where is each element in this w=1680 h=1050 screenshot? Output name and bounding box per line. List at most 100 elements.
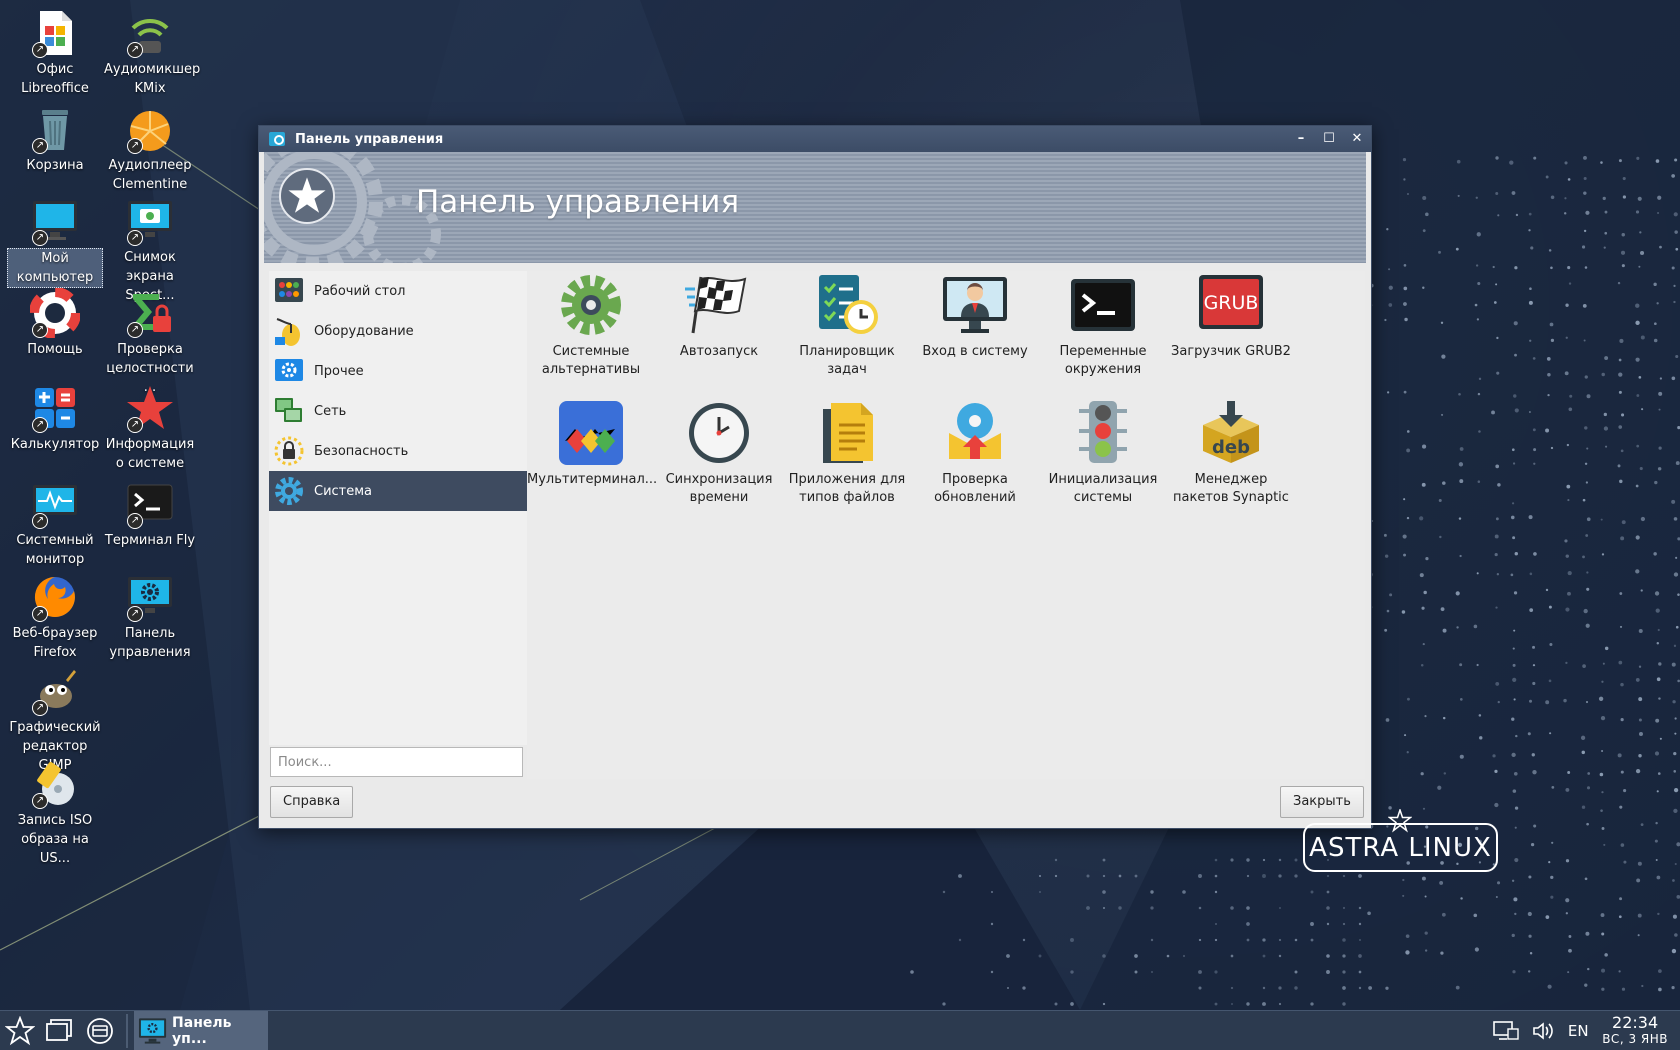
desktop-icon-system-info[interactable]: ↗ Информация о системе (102, 383, 198, 473)
sidebar-item-network[interactable]: Сеть (269, 391, 527, 431)
scheduler-clipboard-icon (813, 271, 881, 339)
applet-grub2[interactable]: GRUB Загрузчик GRUB2 (1167, 271, 1295, 361)
desktop-icon-my-computer[interactable]: ↗ Мой компьютер (7, 196, 103, 288)
panel-header: Панель управления (264, 152, 1366, 263)
lifebuoy-icon: ↗ (29, 287, 81, 339)
trash-icon: ↗ (30, 104, 80, 154)
minimize-button[interactable]: – (1287, 126, 1315, 152)
system-tray: EN 22:34 ВС, 3 ЯНВ (1488, 1011, 1680, 1050)
applet-login[interactable]: Вход в систему (911, 271, 1039, 361)
window-titlebar[interactable]: Панель управления – ☐ ✕ (259, 126, 1371, 152)
applet-time-sync[interactable]: Синхронизация времени (655, 399, 783, 507)
security-lock-icon (273, 435, 305, 467)
clock-icon (685, 399, 753, 467)
applet-label: Системные альтернативы (541, 344, 641, 377)
close-button[interactable]: Закрыть (1280, 786, 1364, 818)
desktop-icon-iso-writer[interactable]: ↗ Запись ISO образа на US... (7, 759, 103, 868)
taskbar-item-label: Панель уп... (172, 1014, 232, 1047)
monitor-icon: ↗ (30, 196, 80, 246)
close-window-button[interactable]: ✕ (1343, 126, 1371, 152)
desktop-icon-help[interactable]: ↗ Помощь (7, 287, 103, 359)
volume-tray-button[interactable] (1524, 1011, 1560, 1050)
drive-icon (87, 1017, 113, 1044)
desktops-button[interactable] (40, 1011, 80, 1050)
desktop-icon-clementine[interactable]: ↗ Аудиоплеер Clementine (102, 104, 198, 194)
keyboard-layout-indicator[interactable]: EN (1560, 1011, 1596, 1050)
applet-environment-variables[interactable]: Переменные окружения (1039, 271, 1167, 379)
applet-system-alternatives[interactable]: Системные альтернативы (527, 271, 655, 379)
start-menu-button[interactable] (0, 1011, 40, 1050)
applet-label: Планировщик задач (799, 344, 895, 377)
control-panel-icon (138, 1017, 167, 1044)
control-panel-icon: ↗ (125, 572, 175, 622)
screenshot-icon: ↗ (125, 196, 175, 246)
other-settings-icon (273, 355, 305, 387)
applet-label: Синхронизация времени (665, 472, 773, 505)
sidebar-item-security[interactable]: Безопасность (269, 431, 527, 471)
document-icon (813, 399, 881, 467)
network-tray-button[interactable] (1488, 1011, 1524, 1050)
sidebar-item-label: Сеть (314, 403, 347, 419)
clementine-icon: ↗ (125, 104, 175, 154)
firefox-icon: ↗ (30, 572, 80, 622)
applet-autostart[interactable]: Автозапуск (655, 271, 783, 361)
applet-system-init[interactable]: Инициализация системы (1039, 399, 1167, 507)
clock-time: 22:34 (1612, 1012, 1659, 1032)
desktop-icon-integrity-check[interactable]: ↗ Проверка целостности ... (102, 288, 198, 397)
category-sidebar: Рабочий стол Оборудование Прочее Сеть Бе… (269, 271, 527, 745)
file-manager-button[interactable] (80, 1011, 120, 1050)
grub-icon: GRUB (1197, 271, 1265, 339)
checkered-flag-icon (685, 271, 753, 339)
help-button[interactable]: Справка (270, 786, 354, 818)
traffic-light-icon (1069, 399, 1137, 467)
maximize-button[interactable]: ☐ (1315, 126, 1343, 152)
sidebar-item-system[interactable]: Система (269, 471, 527, 511)
calculator-icon: ↗ (30, 383, 80, 433)
clock[interactable]: 22:34 ВС, 3 ЯНВ (1596, 1014, 1680, 1048)
applet-task-scheduler[interactable]: Планировщик задач (783, 271, 911, 379)
desktop-icon-firefox[interactable]: ↗ Веб-браузер Firefox (7, 572, 103, 662)
applet-label: Приложения для типов файлов (788, 472, 906, 505)
applet-multiterminal[interactable]: Мультитерминал... (527, 399, 657, 489)
desktop-icon-system-monitor[interactable]: ↗ Системный монитор (7, 479, 103, 569)
libreoffice-icon: ↗ (30, 8, 80, 58)
sidebar-item-other[interactable]: Прочее (269, 351, 527, 391)
applets-grid: Системные альтернативы Автозапуск Планир… (527, 271, 1365, 779)
taskbar-separator (126, 1013, 128, 1048)
svg-text:GRUB: GRUB (1204, 292, 1259, 314)
update-check-icon (941, 399, 1009, 467)
system-monitor-icon: ↗ (30, 479, 80, 529)
applet-synaptic[interactable]: deb Менеджер пакетов Synaptic (1167, 399, 1295, 507)
sidebar-item-label: Безопасность (314, 443, 409, 459)
sidebar-item-label: Оборудование (314, 323, 414, 339)
network-icon (273, 395, 305, 427)
sidebar-item-desktop[interactable]: Рабочий стол (269, 271, 527, 311)
sidebar-item-label: Прочее (314, 363, 364, 379)
desktop-icon-control-panel[interactable]: ↗ Панель управления (102, 572, 198, 662)
sigma-lock-icon: ↗ (125, 288, 175, 338)
desktop-category-icon (273, 275, 305, 307)
terminal-icon: ↗ (125, 479, 175, 529)
desktop-icon-kmix[interactable]: ↗ Аудиомикшер KMix (102, 8, 200, 98)
astra-star-icon (5, 1015, 35, 1045)
desktop-icon-trash[interactable]: ↗ Корзина (7, 104, 103, 175)
control-panel-small-icon (269, 132, 285, 146)
astra-linux-logo: ASTRA LINUX (1303, 823, 1498, 872)
sidebar-item-hardware[interactable]: Оборудование (269, 311, 527, 351)
applet-file-types[interactable]: Приложения для типов файлов (783, 399, 911, 507)
audio-mixer-icon: ↗ (125, 8, 175, 58)
desktop-icon-terminal[interactable]: ↗ Терминал Fly (102, 479, 198, 550)
astra-star-icon: ↗ (125, 383, 175, 433)
search-input[interactable] (270, 747, 523, 777)
applet-update-check[interactable]: Проверка обновлений (911, 399, 1039, 507)
applet-label: Автозапуск (679, 344, 759, 359)
iso-usb-icon: ↗ (30, 759, 80, 809)
applet-label: Проверка обновлений (934, 472, 1016, 505)
desktop-icon-libreoffice[interactable]: ↗ Офис Libreoffice (7, 8, 103, 98)
desktop-icon-calculator[interactable]: ↗ Калькулятор (7, 383, 103, 454)
applet-label: Инициализация системы (1048, 472, 1158, 505)
mouse-icon (273, 315, 305, 347)
control-panel-window: Панель управления – ☐ ✕ Панель управлени… (258, 125, 1372, 829)
taskbar-item-control-panel[interactable]: Панель уп... (134, 1010, 268, 1050)
sidebar-item-label: Рабочий стол (314, 283, 406, 299)
